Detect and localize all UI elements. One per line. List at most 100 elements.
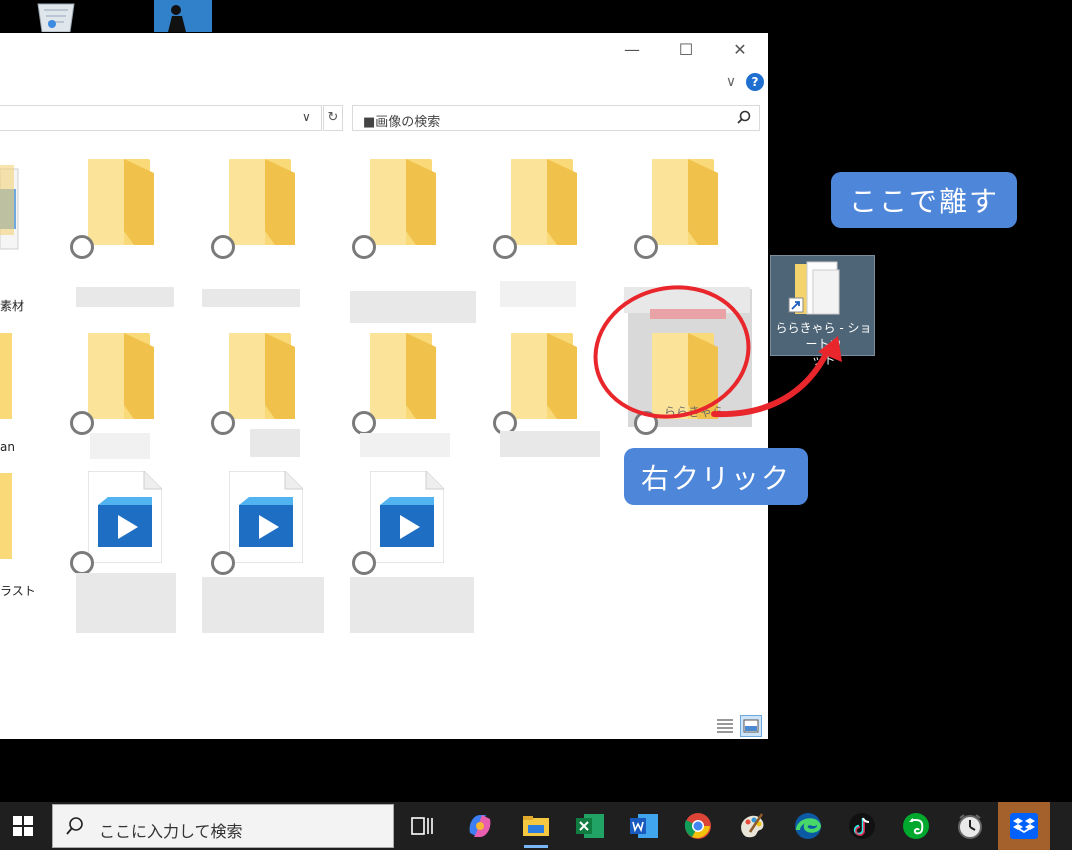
folder-label: ラスト — [0, 584, 36, 598]
taskbar: ここに入力して検索 — [0, 802, 1072, 850]
start-button[interactable] — [0, 802, 46, 850]
shortcut-desktop-icon[interactable]: ららきゃら - ショートカ ット — [770, 255, 875, 367]
evernote-app-button[interactable] — [890, 802, 942, 850]
cloud-sync-icon — [211, 411, 235, 435]
folder-label-underline — [650, 309, 726, 319]
taskbar-search-input[interactable]: ここに入力して検索 — [52, 804, 394, 848]
folder-icon[interactable] — [511, 333, 577, 419]
windows-icon — [13, 816, 33, 836]
task-view-icon — [411, 817, 433, 835]
explorer-window: — ☐ ✕ ∨ ? ∨ ↻ ■画像の検索 素材 an ららきゃら ラスト — [0, 33, 768, 739]
folder-label — [500, 281, 576, 307]
refresh-button[interactable]: ↻ — [323, 105, 343, 131]
cloud-sync-icon — [352, 551, 376, 575]
minimize-button[interactable]: — — [604, 33, 660, 65]
ribbon-row: ∨ ? — [0, 65, 768, 99]
folder-label — [250, 429, 300, 457]
folder-icon[interactable] — [511, 159, 577, 245]
shortcut-label-line2: ット — [811, 353, 836, 367]
recycle-bin-desktop-icon[interactable] — [30, 0, 82, 33]
cloud-sync-icon — [352, 235, 376, 259]
folder-icon[interactable] — [652, 159, 718, 245]
file-grid: 素材 an ららきゃら ラスト — [0, 137, 768, 707]
excel-app-button[interactable] — [564, 802, 616, 850]
word-icon — [630, 814, 658, 838]
right-click-callout: 右クリック — [624, 448, 808, 505]
folder-icon[interactable] — [88, 159, 154, 245]
folder-label — [360, 433, 450, 457]
chevron-down-icon[interactable]: ∨ — [302, 110, 311, 124]
tiktok-icon — [849, 813, 875, 839]
video-file-icon[interactable] — [229, 471, 303, 563]
cloud-sync-icon — [211, 551, 235, 575]
search-icon — [737, 110, 751, 128]
folder-shortcut-icon — [788, 261, 840, 315]
cloud-sync-icon — [352, 411, 376, 435]
file-label — [76, 573, 176, 633]
cloud-sync-icon — [493, 235, 517, 259]
cloud-sync-icon — [70, 235, 94, 259]
title-bar[interactable]: — ☐ ✕ — [0, 33, 768, 65]
paint-palette-icon — [741, 813, 764, 838]
kindle-desktop-icon[interactable] — [154, 0, 212, 32]
search-input[interactable]: ■画像の検索 — [352, 105, 760, 131]
maximize-button[interactable]: ☐ — [658, 33, 714, 65]
folder-icon[interactable] — [88, 333, 154, 419]
close-button[interactable]: ✕ — [712, 33, 768, 65]
folder-icon[interactable] — [370, 159, 436, 245]
paint-app-button[interactable] — [726, 802, 778, 850]
cloud-sync-icon — [634, 411, 658, 435]
chrome-icon — [684, 813, 711, 839]
edge-icon — [795, 813, 822, 839]
edge-app-button[interactable] — [782, 802, 834, 850]
video-file-icon[interactable] — [370, 471, 444, 563]
clock-app-button[interactable] — [944, 802, 996, 850]
file-label — [350, 577, 474, 633]
word-app-button[interactable] — [618, 802, 670, 850]
chrome-app-button[interactable] — [672, 802, 724, 850]
folder-label — [202, 289, 300, 307]
folder-label: 素材 — [0, 299, 25, 313]
cloud-sync-icon — [634, 235, 658, 259]
search-icon — [65, 816, 85, 841]
selected-folder-label: ららきゃら — [664, 405, 725, 419]
dropbox-icon — [1010, 813, 1038, 839]
folder-icon[interactable] — [0, 473, 12, 559]
chevron-down-icon[interactable]: ∨ — [720, 71, 742, 93]
file-explorer-icon — [523, 816, 549, 836]
shortcut-label: ららきゃら - ショートカ ット — [771, 320, 876, 368]
folder-label — [350, 291, 476, 323]
folder-label — [76, 287, 174, 307]
large-icons-view-button[interactable] — [740, 715, 762, 737]
address-bar[interactable]: ∨ — [0, 105, 322, 131]
evernote-icon — [903, 813, 929, 839]
folder-label — [500, 431, 600, 457]
copilot-app-button[interactable] — [454, 802, 506, 850]
address-row: ∨ ↻ ■画像の検索 — [0, 103, 768, 133]
task-view-button[interactable] — [396, 802, 448, 850]
folder-icon[interactable] — [229, 159, 295, 245]
taskbar-search-placeholder: ここに入力して検索 — [99, 822, 243, 841]
shortcut-label-line1: ららきゃら - ショートカ — [775, 321, 872, 351]
cloud-sync-icon — [70, 411, 94, 435]
help-icon[interactable]: ? — [746, 73, 764, 91]
copilot-icon — [469, 815, 491, 837]
document-icon[interactable] — [0, 159, 22, 255]
dropbox-app-button[interactable] — [998, 802, 1050, 850]
folder-icon[interactable] — [0, 333, 12, 419]
folder-label: an — [0, 440, 15, 454]
search-placeholder: ■画像の検索 — [363, 115, 441, 130]
file-explorer-app-button[interactable] — [510, 802, 562, 850]
tiktok-app-button[interactable] — [836, 802, 888, 850]
details-view-button[interactable] — [714, 715, 736, 737]
folder-icon[interactable] — [229, 333, 295, 419]
release-here-callout: ここで離す — [831, 172, 1017, 228]
folder-label — [90, 433, 150, 459]
clock-icon — [958, 814, 982, 839]
video-file-icon[interactable] — [88, 471, 162, 563]
cloud-sync-icon — [70, 551, 94, 575]
excel-icon — [576, 814, 604, 838]
file-label — [202, 577, 324, 633]
cloud-sync-icon — [211, 235, 235, 259]
folder-icon[interactable] — [370, 333, 436, 419]
